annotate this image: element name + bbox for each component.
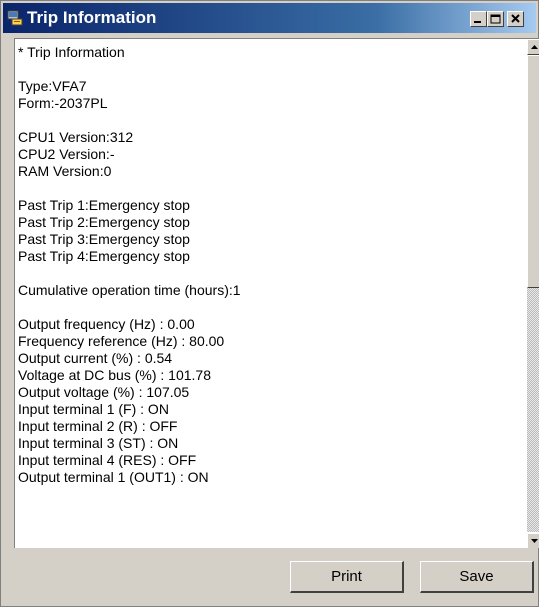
text-line: Form:-2037PL (18, 95, 108, 111)
text-line: Frequency reference (Hz) : 80.00 (18, 333, 225, 349)
save-button[interactable]: Save (420, 561, 534, 593)
text-line: Type:VFA7 (18, 78, 87, 94)
print-button[interactable]: Print (290, 561, 404, 593)
text-line: Cumulative operation time (hours):1 (18, 282, 241, 298)
text-line (18, 299, 508, 316)
minimize-button[interactable] (470, 11, 487, 27)
vertical-scrollbar[interactable] (527, 39, 539, 548)
text-line: Input terminal 3 (ST) : ON (18, 435, 179, 451)
text-line: Past Trip 3:Emergency stop (18, 231, 190, 247)
text-line: Voltage at DC bus (%) : 101.78 (18, 367, 211, 383)
close-button[interactable] (507, 11, 524, 27)
text-line: Output voltage (%) : 107.05 (18, 384, 190, 400)
text-line: * Trip Information (18, 44, 125, 60)
scroll-up-button[interactable] (527, 39, 539, 55)
trip-info-textarea[interactable]: * Trip Information Type:VFA7 Form:-2037PL C… (14, 38, 539, 548)
text-line: Input terminal 1 (F) : ON (18, 401, 169, 417)
title-bar[interactable]: Trip Information (3, 3, 536, 33)
text-line: RAM Version:0 (18, 163, 112, 179)
text-line: Input terminal 4 (RES) : OFF (18, 452, 197, 468)
text-line: Output frequency (Hz) : 0.00 (18, 316, 195, 332)
close-icon (511, 14, 520, 23)
text-line: Past Trip 4:Emergency stop (18, 248, 190, 264)
text-line: CPU1 Version:312 (18, 129, 134, 145)
text-line: Past Trip 2:Emergency stop (18, 214, 190, 230)
scroll-thumb[interactable] (527, 55, 539, 288)
trip-info-text: * Trip Information Type:VFA7 Form:-2037PL C… (18, 44, 508, 486)
minimize-icon (474, 21, 481, 23)
text-line: Output current (%) : 0.54 (18, 350, 173, 366)
scroll-down-button[interactable] (527, 533, 539, 548)
text-line (18, 265, 508, 282)
trip-information-window: Trip Information * Trip Information Type:… (0, 0, 539, 607)
text-line: Input terminal 2 (R) : OFF (18, 418, 178, 434)
down-arrow-icon (531, 539, 538, 543)
maximize-button[interactable] (487, 11, 504, 27)
up-arrow-icon (531, 45, 538, 49)
text-line: Output terminal 1 (OUT1) : ON (18, 469, 209, 485)
text-line: CPU2 Version:- (18, 146, 115, 162)
text-line (18, 61, 508, 78)
text-line (18, 112, 508, 129)
app-icon[interactable] (7, 10, 23, 26)
window-title: Trip Information (27, 8, 157, 27)
maximize-icon (490, 14, 501, 24)
text-line (18, 180, 508, 197)
text-line: Past Trip 1:Emergency stop (18, 197, 190, 213)
